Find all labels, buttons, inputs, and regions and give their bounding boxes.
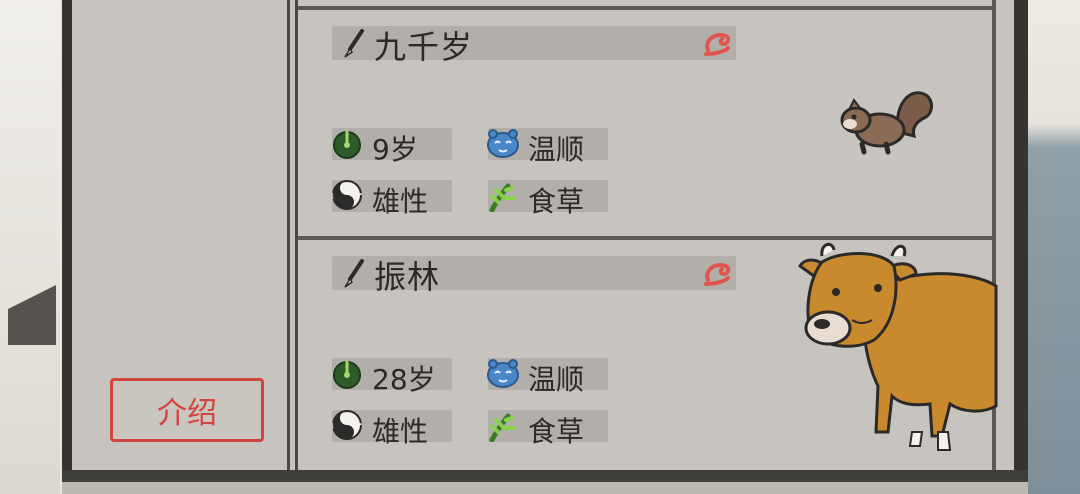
red-swirl-icon [704,263,731,286]
yin-yang-icon [332,410,362,440]
panel-frame-left [62,0,72,494]
temperament-text: 温顺 [528,133,585,166]
sundial-icon [333,361,361,389]
animal-name: 振林 [374,258,441,296]
animal-name-bar: 九千岁 [332,26,736,66]
intro-button[interactable]: 介绍 [110,378,264,442]
squirrel-portrait [840,91,933,155]
red-swirl-icon [704,33,731,56]
grass-icon [489,183,516,212]
age-text: 28岁 [372,363,436,396]
yin-yang-icon [332,180,362,210]
grass-icon [489,413,516,442]
sex-tag: 雄性 [332,410,452,448]
diet-tag: 食草 [488,410,608,448]
sex-text: 雄性 [372,415,429,448]
panel-frame-bottom-strip [62,482,1028,494]
animal-name-bar: 振林 [332,256,736,296]
ox-portrait [797,242,998,451]
diet-tag: 食草 [488,180,608,218]
animal-name: 九千岁 [374,28,474,66]
brush-icon [344,259,364,288]
sex-text: 雄性 [372,185,429,218]
panel-frame-right [1014,0,1028,494]
panel-frame-bottom [62,470,1028,482]
background-left [0,0,60,494]
blue-face-icon [487,129,519,158]
diet-text: 食草 [528,185,585,218]
sex-tag: 雄性 [332,180,452,218]
brush-icon [344,29,364,58]
temperament-tag: 温顺 [487,128,608,166]
diet-text: 食草 [528,415,585,448]
age-tag: 28岁 [332,358,452,396]
age-text: 9岁 [372,133,418,166]
age-tag: 9岁 [332,128,452,166]
sundial-icon [333,131,361,159]
blue-face-icon [487,359,519,388]
temperament-tag: 温顺 [487,358,608,396]
temperament-text: 温顺 [528,363,585,396]
